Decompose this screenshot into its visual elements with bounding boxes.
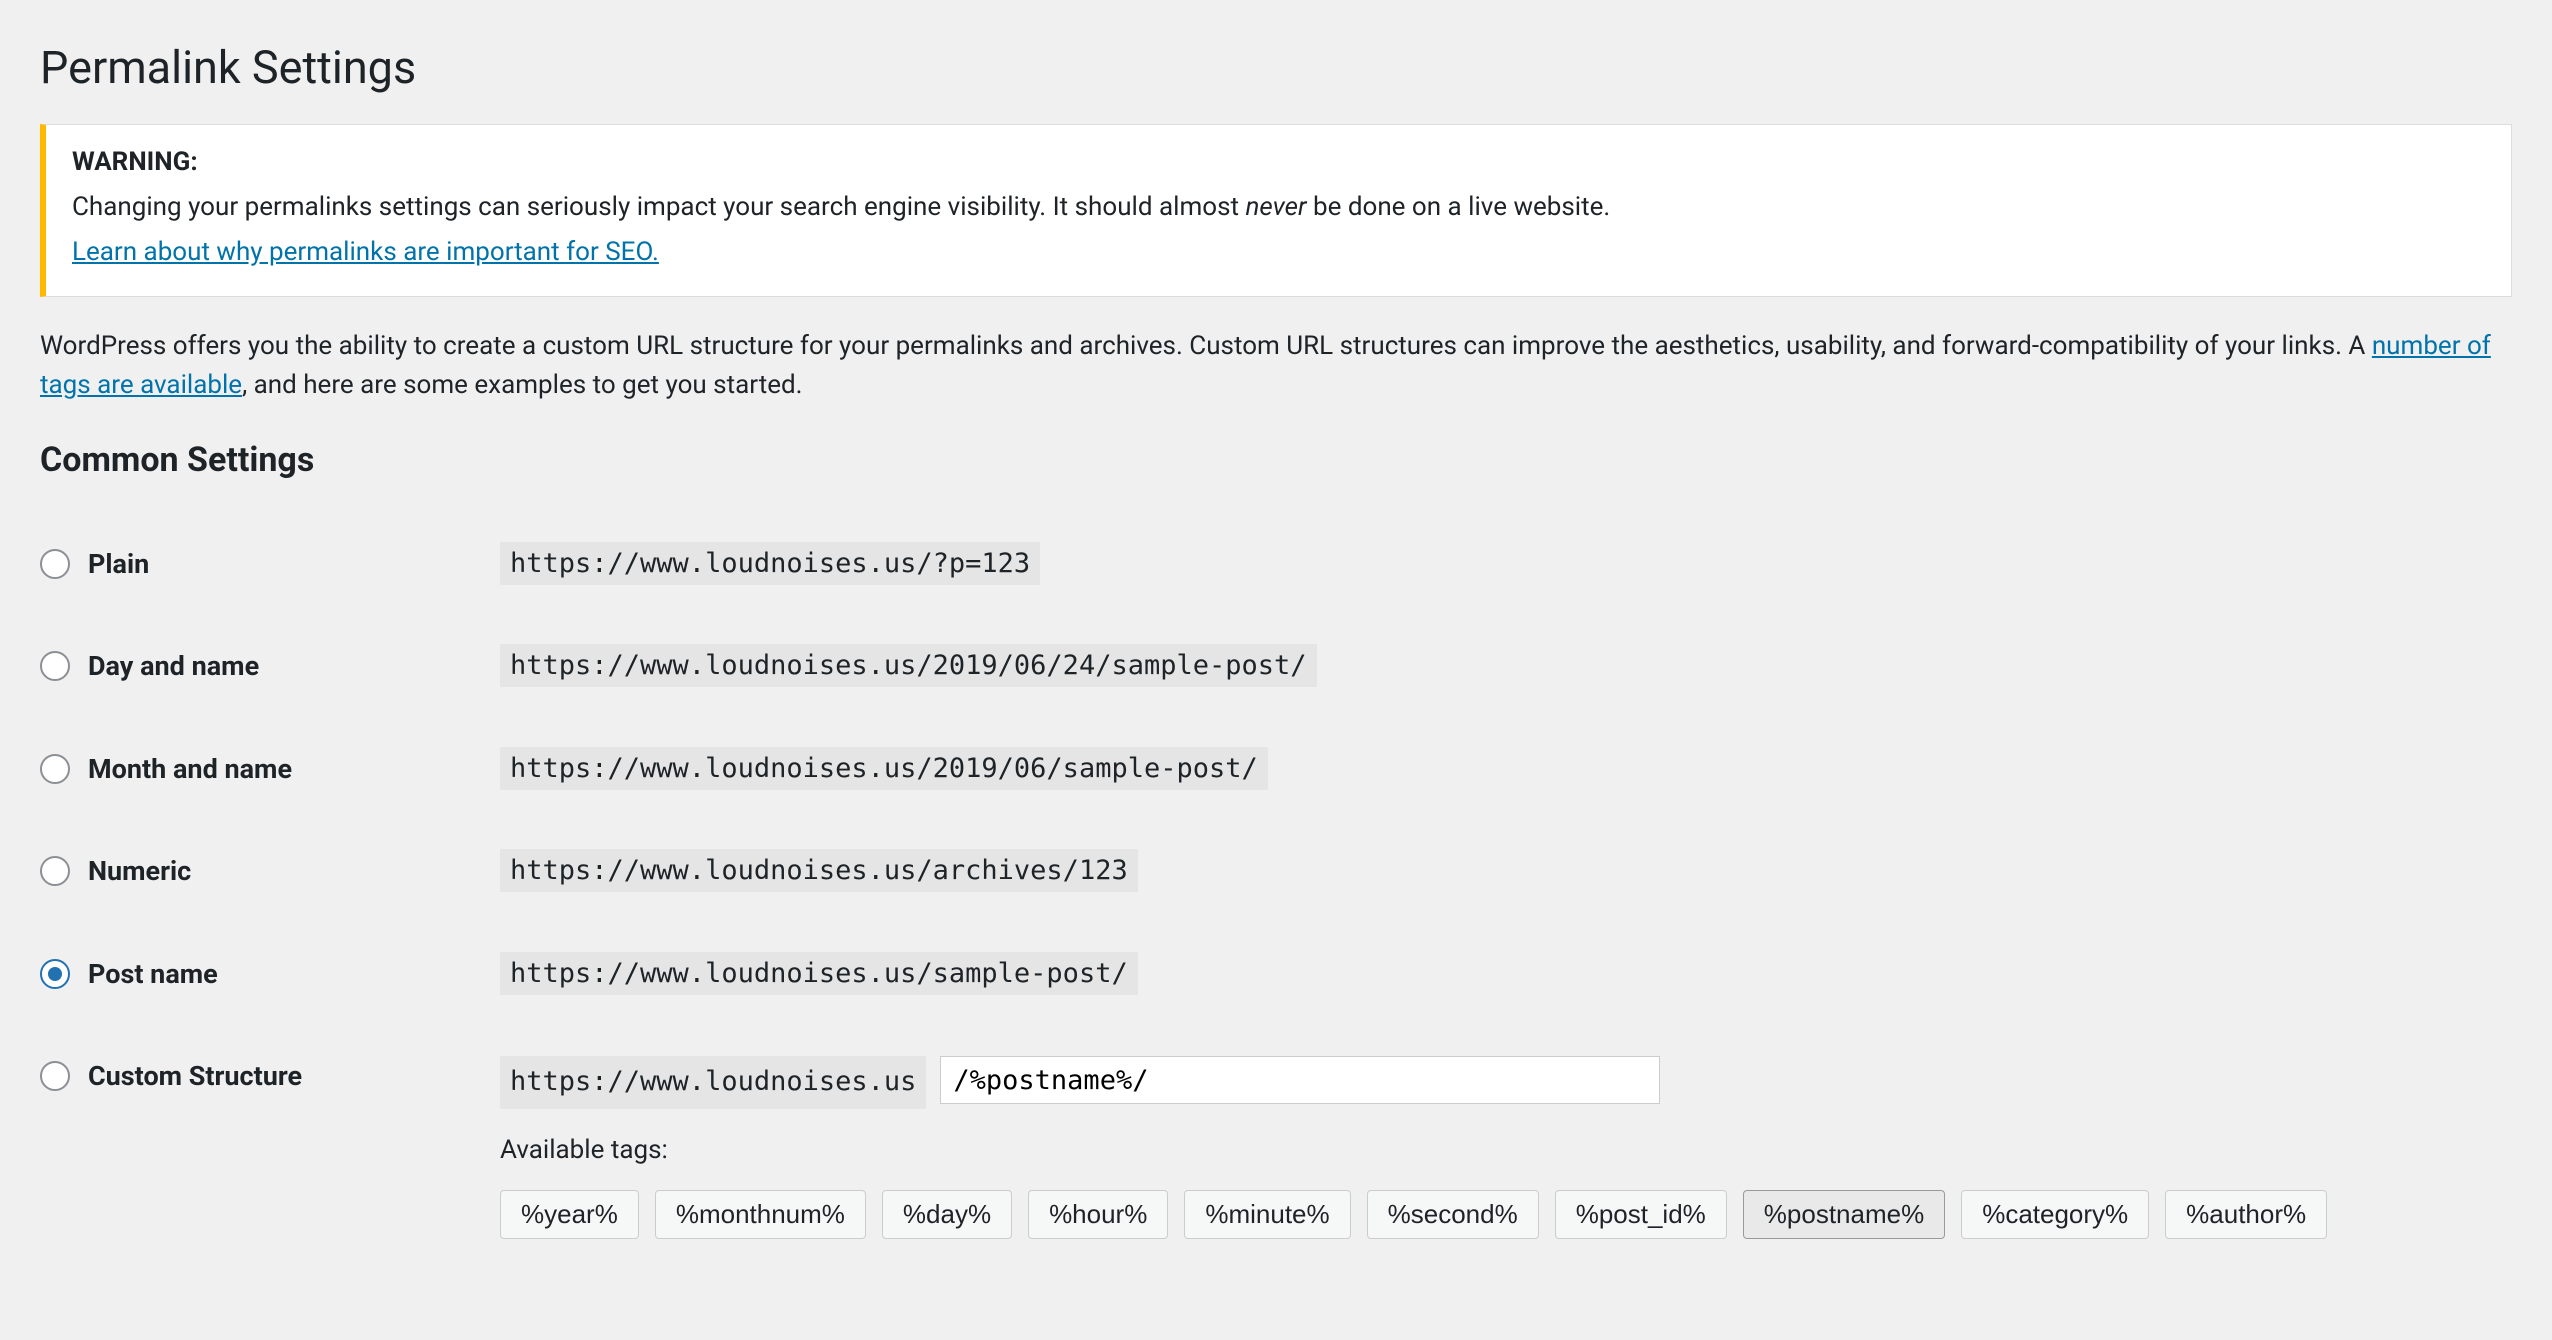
- option-label-post-name: Post name: [88, 954, 218, 995]
- example-numeric: https://www.loudnoises.us/archives/123: [500, 849, 1138, 892]
- section-title-common-settings: Common Settings: [40, 435, 2512, 486]
- example-post-name: https://www.loudnoises.us/sample-post/: [500, 952, 1138, 995]
- warning-notice: WARNING: Changing your permalinks settin…: [40, 124, 2512, 297]
- tag-button[interactable]: %minute%: [1184, 1190, 1350, 1239]
- tag-button[interactable]: %author%: [2165, 1190, 2327, 1239]
- option-label-day-name: Day and name: [88, 646, 259, 687]
- tag-button[interactable]: %monthnum%: [655, 1190, 866, 1239]
- radio-month-name[interactable]: [40, 754, 70, 784]
- option-row-month-name: Month and name https://www.loudnoises.us…: [40, 731, 2512, 834]
- tag-button[interactable]: %year%: [500, 1190, 639, 1239]
- tag-button[interactable]: %post_id%: [1555, 1190, 1727, 1239]
- tag-button[interactable]: %category%: [1961, 1190, 2149, 1239]
- available-tags-list: %year% %monthnum% %day% %hour% %minute% %seco…: [500, 1190, 2512, 1239]
- example-month-name: https://www.loudnoises.us/2019/06/sample…: [500, 747, 1268, 790]
- option-row-numeric: Numeric https://www.loudnoises.us/archiv…: [40, 833, 2512, 936]
- radio-numeric[interactable]: [40, 856, 70, 886]
- option-row-plain: Plain https://www.loudnoises.us/?p=123: [40, 526, 2512, 629]
- tag-button[interactable]: %postname%: [1743, 1190, 1945, 1239]
- available-tags-label: Available tags:: [500, 1131, 2512, 1170]
- option-row-day-name: Day and name https://www.loudnoises.us/2…: [40, 628, 2512, 731]
- example-day-name: https://www.loudnoises.us/2019/06/24/sam…: [500, 644, 1317, 687]
- option-row-post-name: Post name https://www.loudnoises.us/samp…: [40, 936, 2512, 1039]
- warning-text: Changing your permalinks settings can se…: [72, 188, 2485, 227]
- radio-day-name[interactable]: [40, 651, 70, 681]
- tag-button[interactable]: %second%: [1367, 1190, 1539, 1239]
- option-label-month-name: Month and name: [88, 749, 292, 790]
- page-title: Permalink Settings: [40, 34, 2512, 102]
- example-plain: https://www.loudnoises.us/?p=123: [500, 542, 1040, 585]
- radio-post-name[interactable]: [40, 959, 70, 989]
- tag-button[interactable]: %hour%: [1028, 1190, 1168, 1239]
- custom-base-url: https://www.loudnoises.us: [500, 1056, 926, 1109]
- option-label-custom: Custom Structure: [88, 1056, 302, 1097]
- radio-plain[interactable]: [40, 549, 70, 579]
- option-row-custom: Custom Structure https://www.loudnoises.…: [40, 1038, 2512, 1239]
- option-label-plain: Plain: [88, 544, 149, 585]
- warning-heading: WARNING:: [72, 147, 198, 177]
- radio-custom[interactable]: [40, 1061, 70, 1091]
- page-description: WordPress offers you the ability to crea…: [40, 327, 2512, 405]
- warning-seo-link[interactable]: Learn about why permalinks are important…: [72, 237, 659, 267]
- option-label-numeric: Numeric: [88, 851, 191, 892]
- tag-button[interactable]: %day%: [882, 1190, 1012, 1239]
- custom-structure-input[interactable]: [940, 1056, 1660, 1104]
